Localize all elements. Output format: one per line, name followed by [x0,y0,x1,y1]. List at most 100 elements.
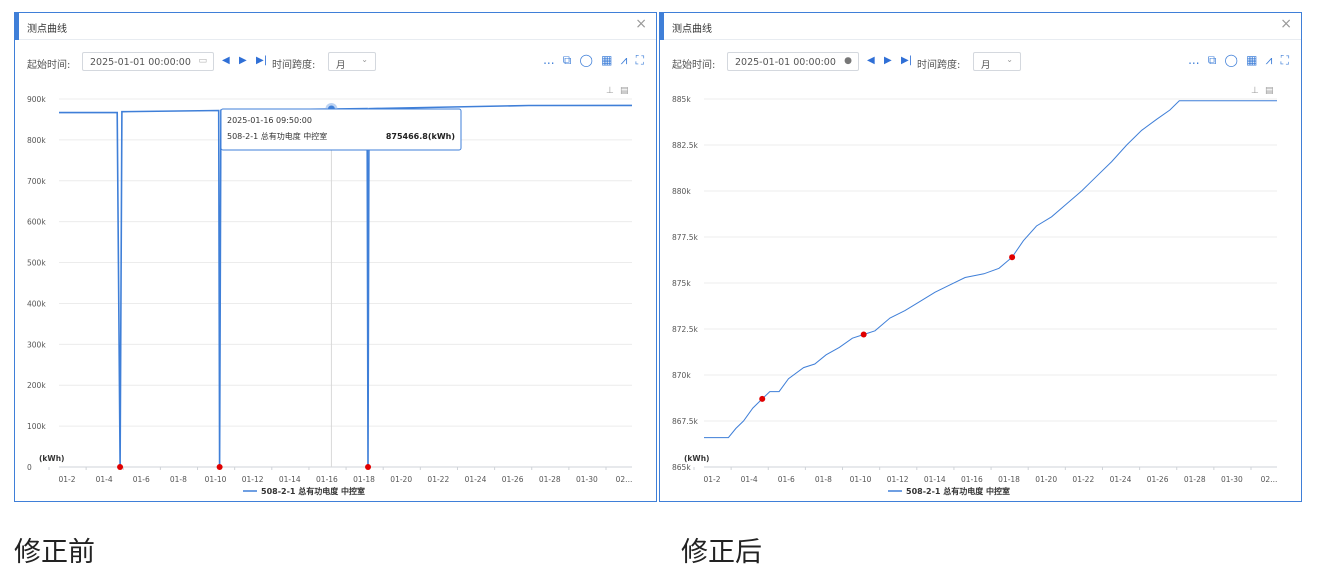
last-icon[interactable]: ▶| [256,54,267,68]
y-tick-label: 872.5k [672,325,698,334]
x-tick-label: 01-20 [390,475,412,484]
x-tick-label: 01-22 [1072,475,1094,484]
legend-label: 508-2-1 总有功电度 中控室 [261,486,365,496]
anomaly-marker [216,464,223,470]
start-time-input[interactable]: 2025-01-01 00:00:00 ● [727,52,859,71]
table-icon[interactable]: ▦ [1246,52,1257,68]
title-accent-bar [660,13,664,40]
y-tick-label: 600k [27,218,46,227]
anomaly-marker [759,395,766,402]
x-tick-label: 01-4 [96,475,113,484]
start-time-label: 起始时间: [27,60,71,71]
close-icon[interactable]: × [1280,17,1292,31]
line-chart-icon[interactable]: ⩘ [1266,52,1273,68]
y-tick-label: 865k [672,463,691,472]
line-chart: 0 100k 200k 300k 400k 500k 600k 700k 800k 900k 01-… [27,86,633,496]
calendar-icon[interactable]: ● [844,56,852,66]
x-tick-label: 02... [1261,475,1278,484]
caption-after: 修正后 [681,537,762,568]
chart-panel-after: 测点曲线 × 起始时间: 2025-01-01 00:00:00 ● ◀ ▶ ▶… [659,12,1302,502]
x-tick-label: 01-26 [1147,475,1169,484]
x-tick-label: 01-30 [576,475,598,484]
y-tick-label: 870k [672,371,691,380]
zoom-icon: ⊥ [1251,86,1259,96]
series-line [704,100,1277,439]
x-tick-label: 01-6 [778,475,795,484]
x-tick-label: 01-16 [961,475,983,484]
time-span-select[interactable]: 月 ⌄ [973,52,1021,71]
x-tick-label: 01-28 [539,475,561,484]
x-tick-label: 01-12 [887,475,909,484]
table-icon[interactable]: ▦ [601,52,612,68]
time-span-select[interactable]: 月 ⌄ [328,52,376,71]
last-icon[interactable]: ▶| [901,54,912,68]
x-tick-label: 01-20 [1035,475,1057,484]
y-tick-label: 300k [27,340,46,349]
unit-label: (kWh) [684,454,709,463]
x-tick-label: 01-18 [353,475,375,484]
caption-before: 修正前 [14,537,95,568]
x-tick-label: 01-24 [1110,475,1132,484]
chevron-down-icon: ⌄ [1006,55,1013,64]
line-chart: 865k 867.5k 870k 872.5k 875k 877.5k 880k 882.5k… [672,86,1278,496]
refresh-icon[interactable]: ◯ [1224,52,1237,68]
title-accent-bar [15,13,19,40]
more-icon[interactable]: ... [1188,52,1199,68]
y-tick-label: 0 [27,463,32,472]
anomaly-marker [860,331,867,338]
time-span-value: 月 [981,60,991,71]
unit-label: (kWh) [39,454,64,463]
tooltip-time: 2025-01-16 09:50:00 [227,116,312,125]
time-span-label: 时间跨度: [917,60,961,71]
x-tick-label: 01-16 [316,475,338,484]
calendar-icon[interactable]: ▭ [198,56,207,66]
x-tick-label: 01-26 [502,475,524,484]
start-time-input[interactable]: 2025-01-01 00:00:00 ▭ [82,52,214,71]
x-tick-label: 01-24 [465,475,487,484]
next-icon[interactable]: ▶ [239,54,247,68]
x-tick-label: 01-2 [703,475,720,484]
start-time-value: 2025-01-01 00:00:00 [90,57,191,68]
fullscreen-icon[interactable]: ⛶ [636,52,644,68]
time-span-value: 月 [336,60,346,71]
fullscreen-icon[interactable]: ⛶ [1281,52,1289,68]
y-tick-label: 877.5k [672,233,698,242]
tool-group: ... ⧉ ◯ ▦ ⩘ ⛶ [538,52,644,70]
x-tick-label: 01-18 [998,475,1020,484]
y-tick-label: 200k [27,381,46,390]
line-chart-icon[interactable]: ⩘ [621,52,628,68]
panel-title: 测点曲线 [27,24,67,35]
prev-icon[interactable]: ◀ [222,54,230,68]
start-time-value: 2025-01-01 00:00:00 [735,57,836,68]
x-tick-label: 02... [616,475,633,484]
x-tick-label: 01-6 [133,475,150,484]
export-icon[interactable]: ⧉ [563,52,572,68]
x-tick-label: 01-14 [924,475,946,484]
time-span-label: 时间跨度: [272,60,316,71]
close-icon[interactable]: × [635,17,647,31]
restore-icon: ▤ [620,86,629,96]
refresh-icon[interactable]: ◯ [579,52,592,68]
x-tick-label: 01-8 [815,475,832,484]
series-line [58,104,633,468]
y-tick-label: 867.5k [672,417,698,426]
export-icon[interactable]: ⧉ [1208,52,1217,68]
x-tick-label: 01-8 [170,475,187,484]
chevron-down-icon: ⌄ [361,55,368,64]
anomaly-marker [365,464,372,470]
toolbar: 起始时间: 2025-01-01 00:00:00 ▭ ◀ ▶ ▶| 时间跨度:… [15,51,656,73]
tool-group: ... ⧉ ◯ ▦ ⩘ ⛶ [1183,52,1289,70]
zoom-icon: ⊥ [606,86,614,96]
next-icon[interactable]: ▶ [884,54,892,68]
x-tick-label: 01-10 [205,475,227,484]
more-icon[interactable]: ... [543,52,554,68]
panel-title-bar: 测点曲线 × [15,13,656,40]
prev-icon[interactable]: ◀ [867,54,875,68]
restore-icon: ▤ [1265,86,1274,96]
y-tick-label: 880k [672,187,691,196]
chart-panel-before: 测点曲线 × 起始时间: 2025-01-01 00:00:00 ▭ ◀ ▶ ▶… [14,12,657,502]
x-tick-label: 01-28 [1184,475,1206,484]
x-tick-label: 01-14 [279,475,301,484]
anomaly-marker [1009,254,1016,261]
legend-label: 508-2-1 总有功电度 中控室 [906,486,1010,496]
